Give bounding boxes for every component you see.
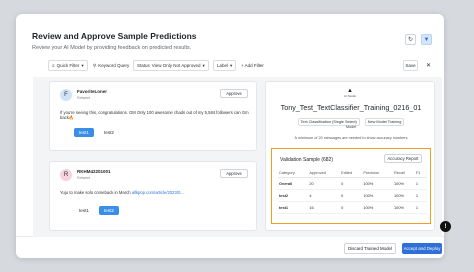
approve-button[interactable]: Approve bbox=[220, 89, 248, 98]
header-actions: ↻ ▼ bbox=[405, 34, 432, 45]
model-panel: ▲ AI Studio Tony_Test_TextClassifier_Tra… bbox=[265, 81, 435, 231]
table-cell: 100% bbox=[362, 201, 393, 214]
keyword-query-button[interactable]: ⚲ Keyword Query bbox=[90, 60, 132, 71]
chevron-down-icon: ▾ bbox=[230, 62, 233, 68]
table-row: Overall 20 0 100% 100% 1 bbox=[278, 177, 426, 190]
table-cell: 1 bbox=[414, 201, 426, 214]
validation-title: Validation Sample (682) bbox=[280, 157, 333, 163]
modal-header: Review and Approve Sample Predictions Re… bbox=[32, 31, 197, 51]
avatar: R bbox=[60, 169, 72, 181]
approve-button[interactable]: Approve bbox=[220, 169, 248, 178]
info-icon[interactable]: ! bbox=[440, 221, 451, 232]
filter-toolbar: ≡ Quick Filter ▾ ⚲ Keyword Query Status … bbox=[32, 60, 436, 71]
filter-icon[interactable]: ▼ bbox=[421, 34, 432, 45]
chevron-down-icon: ▾ bbox=[202, 62, 205, 68]
table-cell: 0 bbox=[340, 189, 363, 202]
column-header: Approved bbox=[308, 168, 341, 178]
message-text: If you're seeing this, congratulations. … bbox=[60, 110, 250, 120]
keyword-query-label: Keyword Query bbox=[98, 63, 130, 68]
table-cell: 0 bbox=[340, 201, 363, 214]
table-cell: 100% bbox=[393, 201, 415, 214]
model-sub-label: Model bbox=[345, 125, 357, 129]
avatar: F bbox=[60, 89, 72, 101]
quick-filter-label: Quick Filter bbox=[56, 63, 80, 68]
column-header: Recall bbox=[393, 168, 415, 178]
table-cell: test1 bbox=[278, 201, 309, 214]
table-cell: 1 bbox=[414, 177, 426, 190]
table-row: test2 4 0 100% 100% 1 bbox=[278, 189, 426, 202]
filter-lines-icon: ≡ bbox=[52, 63, 55, 68]
table-header-row: Category Approved Edited Precision Recal… bbox=[278, 168, 426, 178]
status-filter-value: View Only Not Approved bbox=[151, 63, 201, 68]
message-link[interactable]: allkpop.com/article/2023/0... bbox=[132, 190, 184, 195]
table-cell: 4 bbox=[308, 189, 341, 202]
sample-card: F FavoriteLoner Retweet Approve If you'r… bbox=[49, 81, 257, 151]
source-label: Retweet bbox=[77, 96, 91, 100]
close-icon[interactable]: ✕ bbox=[423, 60, 434, 71]
page-title: Review and Approve Sample Predictions bbox=[32, 31, 197, 41]
source-label: Retweet bbox=[77, 176, 91, 180]
status-filter-dropdown[interactable]: Status View Only Not Approved ▾ bbox=[133, 60, 209, 71]
table-cell: 100% bbox=[393, 189, 415, 202]
emoji-icon: 🔥 bbox=[68, 115, 75, 120]
table-cell: Overall bbox=[278, 177, 309, 190]
refresh-icon[interactable]: ↻ bbox=[405, 34, 416, 45]
search-icon: ⚲ bbox=[93, 62, 97, 68]
column-header: Precision bbox=[362, 168, 393, 178]
chevron-down-icon: ▾ bbox=[81, 62, 84, 68]
label-chip-test1[interactable]: test1 bbox=[74, 128, 94, 137]
table-cell: 1 bbox=[414, 189, 426, 202]
table-cell: 20 bbox=[308, 177, 341, 190]
model-name: Tony_Test_TextClassifier_Training_0216_0… bbox=[280, 103, 422, 112]
table-row: test1 16 0 100% 100% 1 bbox=[278, 201, 426, 214]
label-filter-label: Label bbox=[217, 63, 229, 68]
message-body: Yuju to make solo comeback in March bbox=[60, 190, 132, 195]
author-name: RKHM42201001 bbox=[77, 169, 111, 174]
discard-model-button[interactable]: Discard Trained Model bbox=[344, 243, 396, 254]
label-chip-test2[interactable]: test2 bbox=[99, 206, 119, 215]
modal-footer: Discard Trained Model Accept and Deploy bbox=[16, 236, 444, 258]
sample-card: R RKHM42201001 Retweet Approve Yuju to m… bbox=[49, 161, 257, 231]
message-body: If you're seeing this, congratulations. … bbox=[60, 110, 249, 120]
column-header: Edited bbox=[340, 168, 363, 178]
label-chip-test1[interactable]: test1 bbox=[74, 206, 94, 215]
minimum-messages-note: A minimum of 20 messages are needed to s… bbox=[294, 136, 408, 140]
ai-studio-logo: ▲ AI Studio bbox=[342, 88, 358, 98]
label-chip-test2[interactable]: test2 bbox=[99, 128, 119, 137]
save-button[interactable]: Save bbox=[403, 60, 418, 71]
accept-deploy-button[interactable]: Accept and Deploy bbox=[402, 243, 442, 254]
column-header: F1 bbox=[414, 168, 426, 178]
status-filter-label: Status bbox=[137, 63, 150, 68]
page-subtitle: Review your AI Model by providing feedba… bbox=[32, 45, 192, 51]
add-filter-button[interactable]: + Add Filter bbox=[238, 60, 267, 71]
label-filter-dropdown[interactable]: Label ▾ bbox=[213, 60, 237, 71]
table-cell: 0 bbox=[340, 177, 363, 190]
table-cell: 16 bbox=[308, 201, 341, 214]
accuracy-report-button[interactable]: Accuracy Report bbox=[384, 154, 422, 163]
message-text: Yuju to make solo comeback in March allk… bbox=[60, 190, 250, 195]
quick-filter-dropdown[interactable]: ≡ Quick Filter ▾ bbox=[48, 60, 88, 71]
table-cell: 100% bbox=[393, 177, 415, 190]
validation-sample-box: Validation Sample (682) Accuracy Report … bbox=[271, 148, 431, 224]
content-area: F FavoriteLoner Retweet Approve If you'r… bbox=[33, 77, 442, 237]
author-name: FavoriteLoner bbox=[77, 89, 108, 94]
metrics-table: Category Approved Edited Precision Recal… bbox=[278, 168, 426, 214]
column-header: Category bbox=[278, 168, 309, 178]
table-cell: 100% bbox=[362, 177, 393, 190]
table-cell: 100% bbox=[362, 189, 393, 202]
logo-text: AI Studio bbox=[343, 94, 357, 98]
table-cell: test2 bbox=[278, 189, 309, 202]
